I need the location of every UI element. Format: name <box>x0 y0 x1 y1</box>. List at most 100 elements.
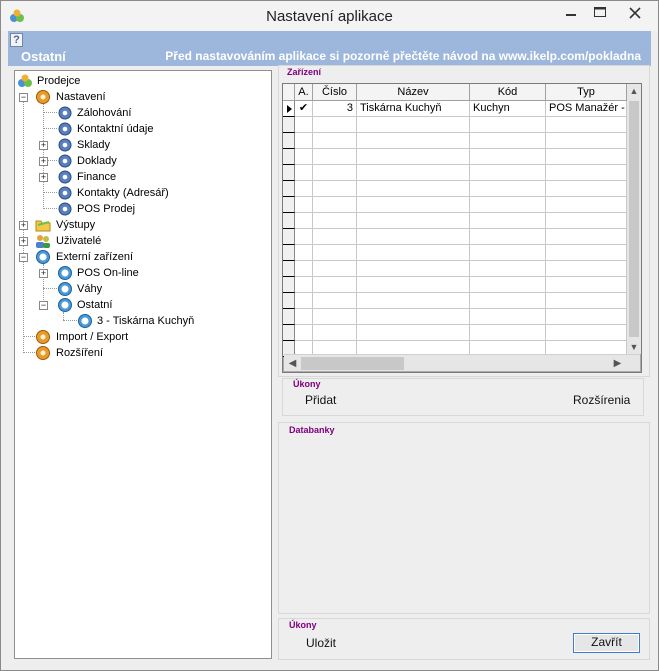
column-header-kod[interactable]: Kód <box>470 84 546 101</box>
add-button[interactable]: Přidat <box>305 393 336 407</box>
grid-horizontal-scrollbar[interactable]: ◀ ▶ <box>284 354 640 371</box>
empty-cell <box>313 117 357 133</box>
empty-cell <box>295 213 313 229</box>
extensions-button-label: Rozšírenia <box>573 393 631 407</box>
expand-icon[interactable]: + <box>39 269 48 278</box>
cell-active-checkbox[interactable]: ✔ <box>295 101 313 117</box>
column-header-typ[interactable]: Typ <box>546 84 627 101</box>
column-header-nazev[interactable]: Název <box>357 84 470 101</box>
minimize-icon <box>566 14 576 16</box>
close-icon <box>629 7 641 19</box>
empty-cell <box>313 133 357 149</box>
tree-item-label: Uživatelé <box>56 235 102 247</box>
row-header <box>283 277 295 293</box>
empty-cell <box>470 197 546 213</box>
tree-connector <box>43 192 57 193</box>
device-euro-icon <box>36 250 50 264</box>
folder-icon <box>35 220 51 232</box>
cell-kod[interactable]: Kuchyn <box>470 101 546 117</box>
row-header <box>283 149 295 165</box>
tree-item-label: Váhy <box>77 283 103 295</box>
tree-connector <box>43 288 57 289</box>
device-euro-icon <box>58 266 72 280</box>
expand-icon[interactable]: + <box>39 141 48 150</box>
gear-blue-icon <box>58 138 72 152</box>
empty-cell <box>357 261 470 277</box>
empty-cell <box>470 181 546 197</box>
tree-item-label: Doklady <box>77 155 117 167</box>
users-icon <box>36 235 50 248</box>
help-button[interactable]: ? <box>10 33 23 47</box>
tree-item-label: Nastavení <box>56 91 106 103</box>
empty-cell <box>313 165 357 181</box>
empty-cell <box>546 245 627 261</box>
tree-item-label: Ostatní <box>77 299 113 311</box>
empty-cell <box>313 293 357 309</box>
empty-cell <box>357 245 470 261</box>
tree-item-label: Kontakty (Adresář) <box>77 187 169 199</box>
maximize-button[interactable] <box>585 1 615 25</box>
row-header[interactable] <box>283 101 295 117</box>
scroll-thumb[interactable] <box>629 101 639 337</box>
column-header-cislo[interactable]: Číslo <box>313 84 357 101</box>
expand-icon[interactable]: + <box>19 237 28 246</box>
empty-cell <box>357 117 470 133</box>
empty-cell <box>295 149 313 165</box>
empty-cell <box>546 133 627 149</box>
tree-item-label: Rozšíření <box>56 347 104 359</box>
close-button[interactable] <box>613 1 657 25</box>
column-header-a[interactable]: A. <box>295 84 313 101</box>
empty-cell <box>295 325 313 341</box>
empty-cell <box>295 293 313 309</box>
empty-cell <box>295 133 313 149</box>
empty-cell <box>357 229 470 245</box>
scroll-left-icon[interactable]: ◀ <box>286 357 299 370</box>
scroll-right-icon[interactable]: ▶ <box>611 357 624 370</box>
collapse-icon[interactable]: − <box>19 93 28 102</box>
empty-cell <box>313 325 357 341</box>
empty-cell <box>470 213 546 229</box>
empty-cell <box>295 309 313 325</box>
empty-cell <box>313 149 357 165</box>
tree-item-label: Zálohování <box>77 107 132 119</box>
minimize-button[interactable] <box>556 1 586 25</box>
expand-icon[interactable]: + <box>19 221 28 230</box>
ukony-group-title: Úkony <box>289 620 317 630</box>
save-button[interactable]: Uložit <box>306 636 336 650</box>
gear-blue-icon <box>58 154 72 168</box>
expand-icon[interactable]: + <box>39 157 48 166</box>
empty-cell <box>313 309 357 325</box>
empty-cell <box>470 117 546 133</box>
cell-nazev[interactable]: Tiskárna Kuchyň <box>357 101 470 117</box>
maximize-icon <box>594 7 606 17</box>
settings-tree[interactable]: Prodejce − Nastavení Zálohování Kontaktn… <box>14 70 272 659</box>
scroll-down-icon[interactable]: ▼ <box>627 340 641 354</box>
row-header <box>283 165 295 181</box>
tree-connector <box>43 128 57 129</box>
tree-item-label: Externí zařízení <box>56 251 134 263</box>
tree-item-label: Výstupy <box>56 219 96 231</box>
empty-cell <box>546 309 627 325</box>
empty-cell <box>313 213 357 229</box>
device-euro-icon <box>58 298 72 312</box>
gear-blue-icon <box>58 170 72 184</box>
close-dialog-button[interactable]: Zavřít <box>573 633 640 653</box>
collapse-icon[interactable]: − <box>19 253 28 262</box>
tree-item-label: POS On-line <box>77 267 139 279</box>
empty-cell <box>470 245 546 261</box>
grid-vertical-scrollbar[interactable]: ▲ ▼ <box>627 84 641 354</box>
empty-cell <box>357 309 470 325</box>
collapse-icon[interactable]: − <box>39 301 48 310</box>
close-dialog-button-label: Zavřít <box>591 635 622 649</box>
empty-cell <box>470 261 546 277</box>
cell-typ[interactable]: POS Manažér - l <box>546 101 627 117</box>
devices-grid[interactable]: A. Číslo Název Kód Typ ✔ 3 Tiskárna Kuch… <box>282 83 642 373</box>
title-bar: Nastavení aplikace <box>1 1 658 31</box>
expand-icon[interactable]: + <box>39 173 48 182</box>
scroll-up-icon[interactable]: ▲ <box>627 84 641 98</box>
row-header <box>283 293 295 309</box>
cell-cislo[interactable]: 3 <box>313 101 357 117</box>
extensions-button[interactable]: Rozšírenia <box>573 393 630 407</box>
row-header <box>283 133 295 149</box>
scroll-thumb[interactable] <box>301 357 404 370</box>
